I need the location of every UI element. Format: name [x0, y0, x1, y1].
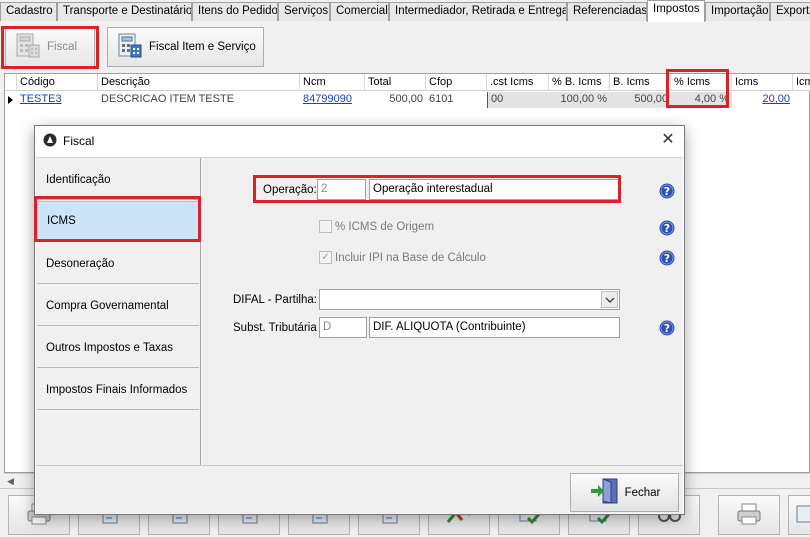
table-row[interactable]: TESTE3 DESCRICAO ITEM TESTE 84799090 500…: [5, 92, 810, 108]
column-header-cst-icms[interactable]: .cst Icms: [487, 74, 549, 91]
svg-text:?: ?: [664, 222, 670, 235]
fiscal-button[interactable]: Fiscal: [5, 27, 95, 67]
dialog-title: Fiscal: [63, 134, 95, 148]
tab-referenciadas[interactable]: Referenciadas: [567, 2, 647, 21]
icms-origem-label: % ICMS de Origem: [335, 220, 435, 233]
printer-button-2[interactable]: [718, 495, 780, 535]
cell-pct-b-icms: 100,00 %: [549, 92, 610, 108]
cell-pct-icms: 4,00 %: [671, 92, 732, 108]
document-icon: [793, 502, 810, 529]
sidebar-item-label: ICMS: [47, 215, 76, 227]
cell-b-icms: 500,00: [610, 92, 671, 108]
chevron-down-icon[interactable]: [601, 291, 618, 308]
difal-label: DIFAL - Partilha:: [233, 294, 317, 306]
subst-description-field[interactable]: DIF. ALIQUOTA (Contribuinte): [369, 317, 620, 338]
help-icon[interactable]: ?: [659, 183, 675, 199]
sidebar-item-identificacao[interactable]: Identificação: [37, 160, 199, 200]
cell-icms[interactable]: 20,00: [732, 92, 793, 108]
cell-total: 500,00: [389, 93, 423, 105]
app-logo-icon: [43, 133, 57, 150]
close-icon[interactable]: ✕: [660, 132, 676, 148]
tab-comercial[interactable]: Comercial: [330, 2, 389, 21]
tab-itens-do-pedido[interactable]: Itens do Pedido: [192, 2, 278, 21]
incluir-ipi-label: Incluir IPI na Base de Cálculo: [335, 251, 486, 264]
tab-cadastro[interactable]: Cadastro: [0, 2, 57, 21]
sidebar-item-label: Identificação: [46, 173, 111, 186]
sidebar-item-impostos-finais[interactable]: Impostos Finais Informados: [37, 370, 199, 410]
codigo-link[interactable]: TESTE3: [20, 93, 62, 105]
ncm-link[interactable]: 84799090: [303, 93, 352, 105]
column-header-pct-b-icms[interactable]: % B. Icms: [549, 74, 610, 91]
icms-origem-checkbox[interactable]: % ICMS de Origem: [319, 220, 434, 233]
tab-transporte-destinatario[interactable]: Transporte e Destinatário: [57, 2, 192, 21]
subst-tributaria-label: Subst. Tributária: [233, 322, 317, 334]
calculator-icon: [116, 32, 144, 63]
operacao-label: Operação:: [263, 184, 317, 196]
column-header-icm[interactable]: Icm: [793, 74, 810, 91]
help-icon[interactable]: ?: [659, 320, 675, 336]
fiscal-button-label: Fiscal: [47, 41, 78, 53]
icms-link[interactable]: 20,00: [762, 93, 790, 105]
column-header-total[interactable]: Total: [365, 74, 426, 91]
subst-code-field[interactable]: D: [319, 317, 367, 338]
dialog-titlebar: Fiscal ✕: [35, 126, 684, 156]
sidebar-item-label: Outros Impostos e Taxas: [46, 341, 173, 354]
svg-text:?: ?: [664, 322, 670, 335]
scroll-left-icon[interactable]: ◀: [7, 476, 14, 487]
svg-text:?: ?: [664, 185, 670, 198]
cell-cfop: 6101: [429, 93, 454, 105]
fiscal-dialog: Fiscal ✕ Identificação ICMS Desoneração …: [34, 125, 685, 515]
fechar-button-label: Fechar: [624, 486, 661, 499]
fiscal-item-servico-label: Fiscal Item e Serviço: [149, 41, 256, 53]
cell-descricao: DESCRICAO ITEM TESTE: [101, 93, 235, 105]
operacao-description-field[interactable]: Operação interestadual: [369, 179, 619, 200]
tab-strip: Cadastro Transporte e Destinatário Itens…: [0, 0, 810, 22]
sidebar-item-label: Compra Governamental: [46, 299, 169, 312]
help-icon[interactable]: ?: [659, 250, 675, 266]
tab-exportacao[interactable]: Exporta: [770, 2, 810, 21]
column-header-codigo[interactable]: Código: [17, 74, 98, 91]
column-header-icms[interactable]: Icms: [732, 74, 793, 91]
operacao-code-field[interactable]: 2: [317, 179, 366, 200]
toolbar-button-last[interactable]: [788, 495, 810, 535]
cell-ncm[interactable]: 84799090: [300, 92, 365, 108]
dialog-body: Identificação ICMS Desoneração Compra Go…: [36, 157, 683, 465]
icms-panel: Operação: 2 Operação interestadual ? % I…: [202, 158, 683, 465]
sidebar-item-compra-governamental[interactable]: Compra Governamental: [37, 286, 199, 326]
column-header-cfop[interactable]: Cfop: [426, 74, 487, 91]
column-header-pct-icms[interactable]: % Icms: [671, 74, 732, 91]
sidebar-item-label: Impostos Finais Informados: [46, 383, 188, 396]
exit-door-icon: [589, 477, 621, 508]
tab-impostos[interactable]: Impostos: [647, 0, 705, 22]
sidebar-item-label: Desoneração: [46, 257, 115, 270]
checkbox-checked-icon[interactable]: ✓: [319, 251, 332, 264]
incluir-ipi-checkbox[interactable]: ✓ Incluir IPI na Base de Cálculo: [319, 251, 486, 264]
grid-header-indicator: [5, 74, 17, 91]
sidebar-item-desoneracao[interactable]: Desoneração: [37, 244, 199, 284]
fiscal-item-servico-button[interactable]: Fiscal Item e Serviço: [107, 27, 264, 67]
difal-select[interactable]: [319, 289, 620, 310]
column-header-descricao[interactable]: Descrição: [98, 74, 300, 91]
svg-text:?: ?: [664, 252, 670, 265]
column-header-b-icms[interactable]: B. Icms: [610, 74, 671, 91]
dialog-sidebar: Identificação ICMS Desoneração Compra Go…: [36, 158, 201, 465]
sidebar-item-outros-impostos[interactable]: Outros Impostos e Taxas: [37, 328, 199, 368]
column-header-ncm[interactable]: Ncm: [300, 74, 365, 91]
checkbox-box[interactable]: [319, 220, 332, 233]
cell-codigo[interactable]: TESTE3: [17, 92, 98, 108]
dialog-footer: Fechar: [36, 465, 683, 514]
grid-header: Código Descrição Ncm Total Cfop .cst Icm…: [5, 74, 810, 91]
fechar-button[interactable]: Fechar: [570, 473, 679, 512]
tab-intermediador[interactable]: Intermediador, Retirada e Entrega: [389, 2, 567, 21]
cell-cst-icms: 00: [487, 92, 549, 108]
printer-icon: [735, 502, 763, 529]
tab-importacao[interactable]: Importação: [705, 2, 770, 21]
help-icon[interactable]: ?: [659, 220, 675, 236]
tab-servicos[interactable]: Serviços: [278, 2, 330, 21]
sidebar-item-icms[interactable]: ICMS: [37, 201, 199, 241]
calculator-icon: [14, 32, 42, 63]
